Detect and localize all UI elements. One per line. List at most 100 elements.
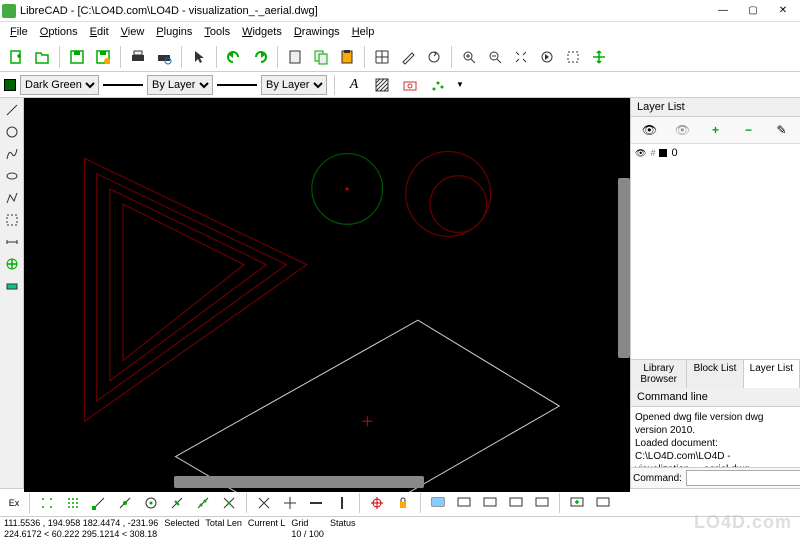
screen2-button[interactable] <box>452 491 476 515</box>
zoom-previous-button[interactable] <box>535 45 559 69</box>
select-tool[interactable] <box>2 210 22 230</box>
grid-button[interactable] <box>370 45 394 69</box>
menu-plugins[interactable]: Plugins <box>150 24 198 40</box>
menu-file[interactable]: File <box>4 24 34 40</box>
curve-tool[interactable] <box>2 144 22 164</box>
layer-freeze-button[interactable]: 👁 <box>673 121 693 139</box>
layer-add-button[interactable]: + <box>706 121 726 139</box>
ellipse-tool[interactable] <box>2 166 22 186</box>
screen4-button[interactable] <box>504 491 528 515</box>
zoom-window-button[interactable] <box>561 45 585 69</box>
snap-free-button[interactable] <box>35 491 59 515</box>
screen3-button[interactable] <box>478 491 502 515</box>
snap-center-icon <box>143 495 159 511</box>
canvas-area[interactable] <box>24 98 630 488</box>
snap-center-button[interactable] <box>139 491 163 515</box>
hatch-button[interactable] <box>370 73 394 97</box>
snap-grid-button[interactable] <box>61 491 85 515</box>
zoom-redraw-button[interactable] <box>422 45 446 69</box>
zoom-in-button[interactable] <box>457 45 481 69</box>
info-tool[interactable] <box>2 276 22 296</box>
menu-options[interactable]: Options <box>34 24 84 40</box>
zoom-pan-button[interactable] <box>587 45 611 69</box>
draft-button[interactable] <box>396 45 420 69</box>
snap-distance-button[interactable] <box>191 491 215 515</box>
modify-tool[interactable] <box>2 254 22 274</box>
color-swatch[interactable] <box>4 79 16 91</box>
point-dropdown[interactable]: ▼ <box>454 73 466 97</box>
pencil-icon <box>400 49 416 65</box>
paste-button[interactable] <box>335 45 359 69</box>
command-label: Command: <box>633 473 682 484</box>
linewidth-select[interactable]: By Layer <box>147 75 213 95</box>
screen5-button[interactable] <box>530 491 554 515</box>
layer-edit-button[interactable]: ✎ <box>772 121 792 139</box>
new-file-button[interactable] <box>4 45 28 69</box>
restrict-ortho-button[interactable] <box>278 491 302 515</box>
print-button[interactable] <box>126 45 150 69</box>
tab-layer-list[interactable]: Layer List <box>744 360 800 388</box>
relative-zero-button[interactable] <box>365 491 389 515</box>
restrict-horizontal-button[interactable] <box>304 491 328 515</box>
app-icon <box>2 4 16 18</box>
minus-icon: − <box>745 123 752 137</box>
save-button[interactable] <box>65 45 89 69</box>
layer-row[interactable]: 👁 # 0 <box>635 146 796 160</box>
eye-icon: 👁 <box>642 123 657 137</box>
linetype-select[interactable]: By Layer <box>261 75 327 95</box>
command-input[interactable] <box>686 470 800 486</box>
menu-edit[interactable]: Edit <box>84 24 115 40</box>
close-button[interactable]: ✕ <box>768 0 798 22</box>
maximize-button[interactable]: ▢ <box>738 0 768 22</box>
tab-block-list[interactable]: Block List <box>687 360 743 388</box>
line-tool[interactable] <box>2 100 22 120</box>
print-preview-button[interactable] <box>152 45 176 69</box>
fullscreen-button[interactable] <box>591 491 615 515</box>
redo-button[interactable] <box>248 45 272 69</box>
snap-entity-button[interactable] <box>113 491 137 515</box>
screen1-button[interactable] <box>426 491 450 515</box>
copy-button[interactable] <box>309 45 333 69</box>
zoom-auto-button[interactable] <box>509 45 533 69</box>
color-select[interactable]: Dark Green <box>20 75 99 95</box>
snap-endpoint-button[interactable] <box>87 491 111 515</box>
cut-button[interactable] <box>283 45 307 69</box>
point-button[interactable] <box>426 73 450 97</box>
save-as-button[interactable] <box>91 45 115 69</box>
command-output: Opened dwg file version dwg version 2010… <box>631 407 800 467</box>
zoom-out-button[interactable] <box>483 45 507 69</box>
layer-visible-button[interactable]: 👁 <box>640 121 660 139</box>
menu-help[interactable]: Help <box>346 24 381 40</box>
restrict-vertical-button[interactable] <box>330 491 354 515</box>
exclusive-snap-button[interactable]: Ex <box>4 491 24 515</box>
lock-relative-zero-button[interactable] <box>391 491 415 515</box>
polyline-tool[interactable] <box>2 188 22 208</box>
text-button[interactable]: A <box>342 73 366 97</box>
menu-widgets[interactable]: Widgets <box>236 24 288 40</box>
menu-drawings[interactable]: Drawings <box>288 24 346 40</box>
vertical-scrollbar[interactable] <box>618 178 630 358</box>
drawing-canvas[interactable] <box>24 98 630 492</box>
snap-middle-icon <box>169 495 185 511</box>
menu-tools[interactable]: Tools <box>198 24 236 40</box>
layer-list[interactable]: 👁 # 0 <box>631 144 800 359</box>
layer-remove-button[interactable]: − <box>739 121 759 139</box>
snap-intersection-button[interactable] <box>217 491 241 515</box>
dimension-tool[interactable] <box>2 232 22 252</box>
image-button[interactable] <box>398 73 422 97</box>
snap-middle-button[interactable] <box>165 491 189 515</box>
pointer-button[interactable] <box>187 45 211 69</box>
polyline-icon <box>5 191 19 205</box>
horizontal-scrollbar[interactable] <box>174 476 424 488</box>
minimize-button[interactable]: — <box>708 0 738 22</box>
tab-library-browser[interactable]: Library Browser <box>631 360 687 388</box>
pointer-icon <box>191 49 207 65</box>
restrict-nothing-button[interactable] <box>252 491 276 515</box>
menu-view[interactable]: View <box>115 24 151 40</box>
circle-tool[interactable] <box>2 122 22 142</box>
cut-icon <box>287 49 303 65</box>
open-file-button[interactable] <box>30 45 54 69</box>
fullscreen-add-button[interactable] <box>565 491 589 515</box>
folder-open-icon <box>34 49 50 65</box>
undo-button[interactable] <box>222 45 246 69</box>
